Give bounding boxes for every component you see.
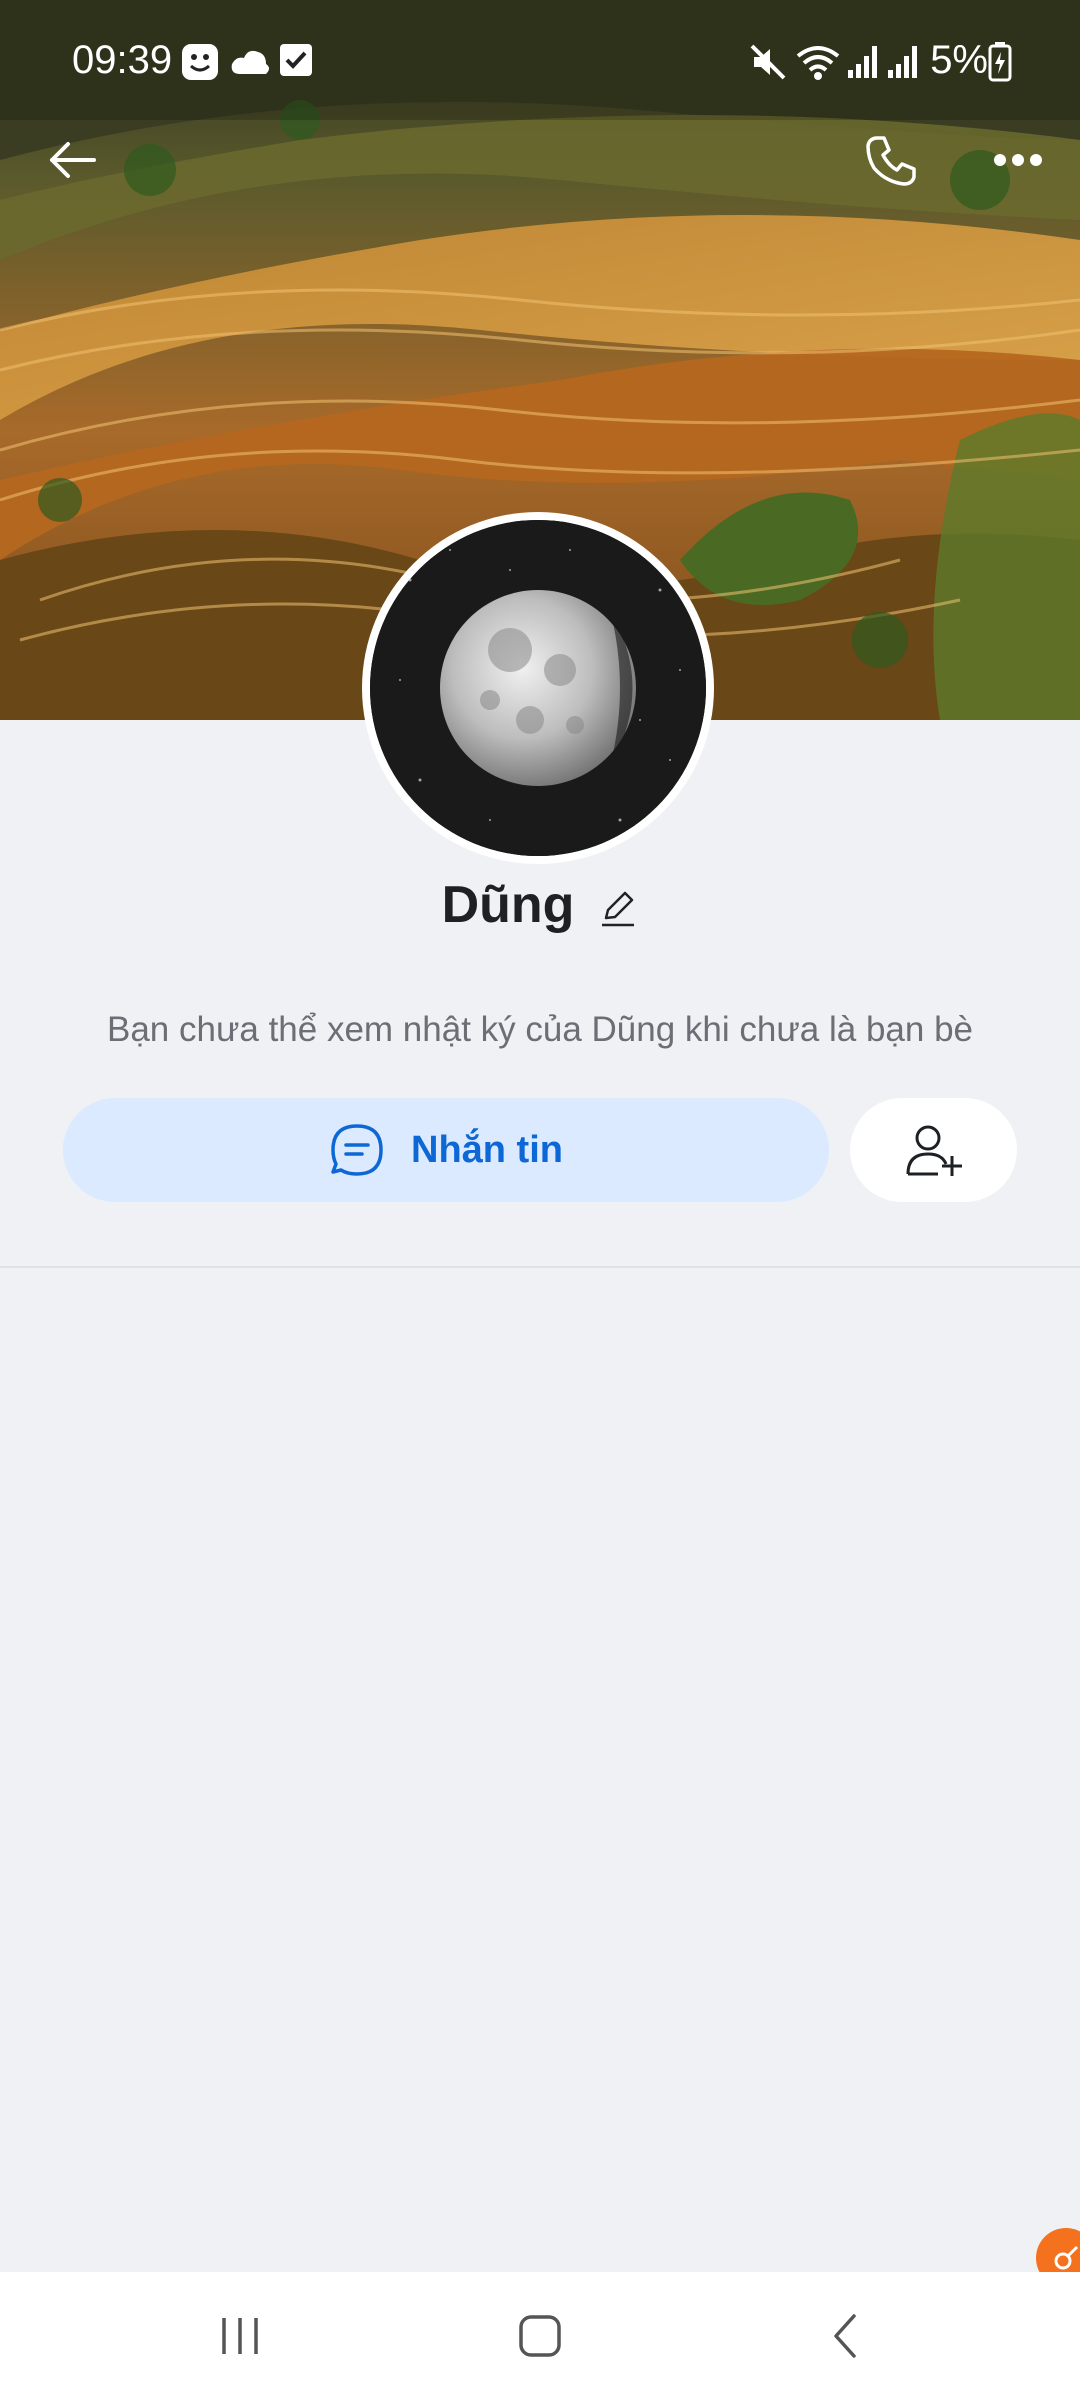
signal-1-icon [846, 42, 880, 92]
chevron-left-icon [834, 2314, 856, 2358]
home-icon [519, 2315, 561, 2357]
status-time: 09:39 [72, 38, 173, 82]
system-back-button[interactable] [806, 2300, 886, 2372]
pencil-icon [602, 891, 635, 927]
signal-2-icon [886, 42, 920, 92]
chat-bubble-icon [331, 1124, 383, 1176]
more-options-button[interactable] [978, 120, 1058, 200]
call-button[interactable] [852, 120, 932, 200]
cloud-notification-icon [228, 42, 272, 92]
recents-icon [222, 2318, 258, 2354]
person-add-icon [906, 1125, 962, 1176]
link-icon [1054, 2245, 1079, 2270]
edit-name-button[interactable] [598, 888, 638, 928]
profile-name-row: Dũng [0, 875, 1080, 935]
recent-apps-button[interactable] [200, 2300, 280, 2372]
profile-name: Dũng [441, 876, 575, 934]
checkbox-notification-icon [278, 42, 314, 88]
back-button[interactable] [32, 120, 112, 200]
wifi-icon [796, 42, 840, 92]
section-divider [0, 1266, 1080, 1268]
avatar[interactable] [362, 512, 714, 864]
battery-percent: 5% [930, 38, 988, 82]
face-notification-icon [180, 42, 220, 92]
mute-icon [748, 42, 788, 92]
battery-icon [988, 42, 1012, 92]
system-navigation-bar [0, 2272, 1080, 2400]
diary-privacy-text: Bạn chưa thể xem nhật ký của Dũng khi ch… [107, 1010, 973, 1049]
add-friend-button[interactable] [850, 1098, 1017, 1202]
home-button[interactable] [500, 2300, 580, 2372]
moon-avatar-image [370, 520, 706, 856]
status-bar: 09:39 5% [0, 0, 1080, 120]
more-horizontal-icon [994, 154, 1042, 166]
message-button[interactable]: Nhắn tin [63, 1098, 829, 1202]
phone-icon [866, 136, 916, 186]
message-button-label: Nhắn tin [411, 1128, 563, 1171]
arrow-left-icon [50, 142, 96, 178]
